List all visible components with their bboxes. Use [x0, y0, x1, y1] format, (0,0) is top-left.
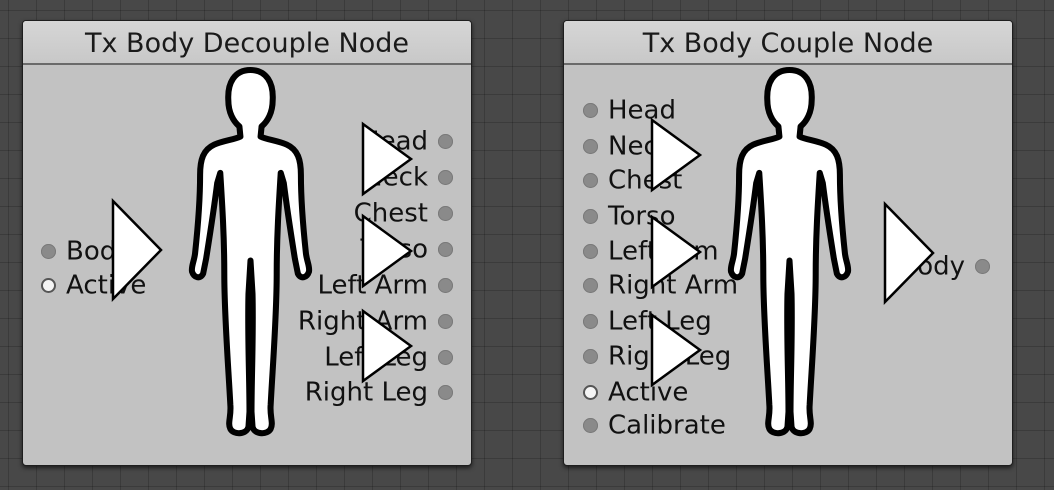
play-arrow-icon — [361, 213, 414, 289]
play-arrow-icon — [650, 214, 703, 290]
port-dot-icon[interactable] — [583, 139, 598, 154]
port-dot-icon[interactable] — [438, 242, 453, 257]
port-dot-icon[interactable] — [583, 418, 598, 433]
port-label: Calibrate — [608, 410, 726, 441]
play-arrow-icon — [361, 121, 414, 197]
port-dot-icon[interactable] — [438, 314, 453, 329]
decouple-node-panel[interactable]: Tx Body Decouple Node Body Active Head N… — [22, 20, 472, 466]
decouple-node-title: Tx Body Decouple Node — [23, 21, 471, 65]
human-silhouette-icon — [717, 66, 862, 441]
port-dot-icon[interactable] — [438, 350, 453, 365]
play-arrow-icon — [650, 312, 703, 388]
play-arrow-icon — [361, 308, 414, 384]
port-dot-icon[interactable] — [583, 314, 598, 329]
play-arrow-icon — [111, 197, 163, 303]
port-dot-icon[interactable] — [583, 385, 598, 400]
port-dot-icon[interactable] — [41, 244, 56, 259]
port-dot-icon[interactable] — [438, 134, 453, 149]
port-dot-icon[interactable] — [583, 349, 598, 364]
input-port-calibrate[interactable]: Calibrate — [583, 410, 726, 441]
port-dot-icon[interactable] — [438, 385, 453, 400]
play-arrow-icon — [883, 200, 935, 306]
couple-node-title: Tx Body Couple Node — [564, 21, 1012, 65]
couple-node-panel[interactable]: Tx Body Couple Node Head Neck Chest Tors… — [563, 20, 1013, 466]
port-dot-icon[interactable] — [583, 173, 598, 188]
human-silhouette-icon — [178, 66, 323, 441]
port-dot-icon[interactable] — [975, 259, 990, 274]
port-dot-icon[interactable] — [583, 209, 598, 224]
port-dot-icon[interactable] — [583, 244, 598, 259]
play-arrow-icon — [650, 117, 703, 193]
port-dot-icon[interactable] — [583, 278, 598, 293]
port-dot-icon[interactable] — [438, 206, 453, 221]
port-dot-icon[interactable] — [41, 278, 56, 293]
port-dot-icon[interactable] — [583, 103, 598, 118]
port-dot-icon[interactable] — [438, 170, 453, 185]
port-dot-icon[interactable] — [438, 278, 453, 293]
